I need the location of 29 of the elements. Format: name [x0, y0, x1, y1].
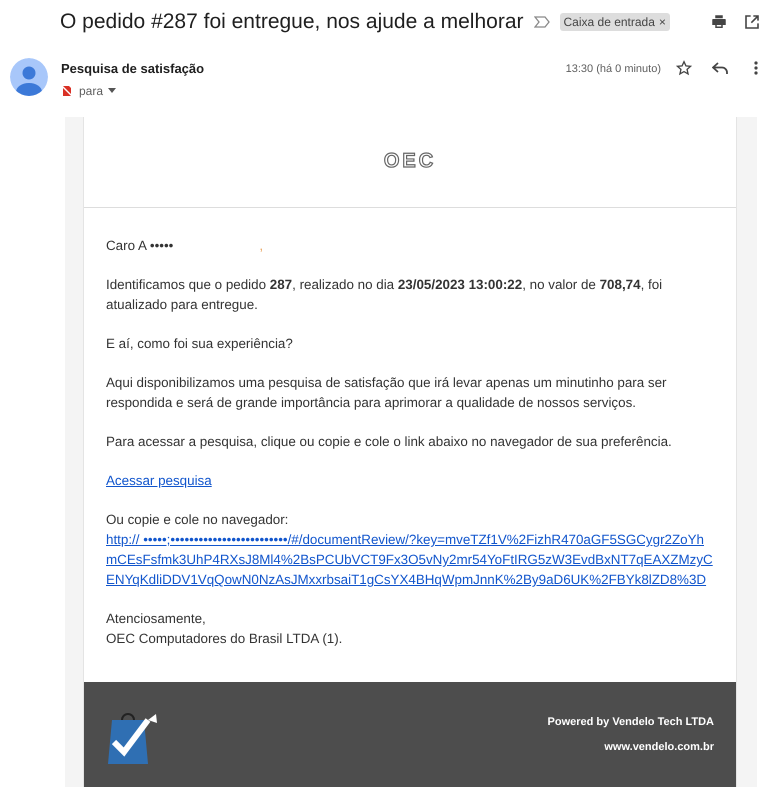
logo: OEC — [384, 149, 436, 174]
powered-by-text: Powered by Vendelo Tech LTDA — [548, 715, 714, 730]
greeting-comma: , — [259, 237, 264, 255]
paragraph: Identificamos que o pedido 287, realizado no dia 23/05/2023 13:00:22, no valor de 708,74, foi atualizado para entregue. — [106, 276, 664, 314]
remove-label-button[interactable]: × — [658, 13, 666, 31]
signature: OEC Computadores do Brasil LTDA (1). — [106, 630, 344, 648]
avatar-icon — [10, 58, 48, 96]
warning-icon — [61, 84, 73, 96]
paragraph: Aqui disponibilizamos uma pesquisa de satisfação que irá levar apenas um minutinho para ser respondida e será de grande importância para aprimorar a qualidade de nossos serviços. — [106, 374, 668, 412]
timestamp: 13:30 (há 0 minuto) — [566, 62, 661, 77]
important-marker-icon[interactable] — [534, 16, 550, 28]
survey-link[interactable]: Acessar pesquisa — [106, 471, 212, 491]
survey-url-link[interactable]: http:// •••••;•••••••••••••••••••••••••/#/documentReview/?key=mveTZf1V%2FizhR470aGF5SGCygr2ZoYhmCEsFsfmk3UhP4RXsJ8Ml4%2BsPCUbVCT9Fx3O5vNy2mr54YoFtIRG5zW3EvdBxNT7qEAXZMzyCENYqKdliDDV1VqQowN0NzAsJMxxrbsaiT1gCsYX4BHqWpmJnnK%2By9aD6UK%2FBYk8lZD8%3D — [106, 530, 714, 590]
more-options-icon[interactable] — [754, 61, 758, 75]
copy-instruction: Ou copie e cole no navegador: — [106, 511, 290, 529]
closing-text: Atenciosamente, — [106, 610, 207, 628]
greeting: Caro A ••••• — [106, 237, 174, 255]
caret-icon[interactable] — [108, 88, 116, 93]
open-in-new-window-icon[interactable] — [744, 14, 760, 30]
print-icon[interactable] — [710, 13, 728, 31]
paragraph: Para acessar a pesquisa, clique ou copie e cole o link abaixo no navegador de sua preferência. — [106, 433, 673, 451]
email-subject: O pedido #287 foi entregue, nos ajude a melhorar — [60, 9, 524, 36]
label-text: Caixa de entrada — [564, 14, 655, 31]
sender-name: Pesquisa de satisfação — [61, 60, 204, 78]
star-icon[interactable] — [676, 60, 692, 76]
website-text: www.vendelo.com.br — [604, 740, 714, 754]
reply-icon[interactable] — [712, 61, 728, 75]
recipient-label[interactable]: para — [79, 82, 104, 100]
paragraph: E aí, como foi sua experiência? — [106, 335, 294, 353]
